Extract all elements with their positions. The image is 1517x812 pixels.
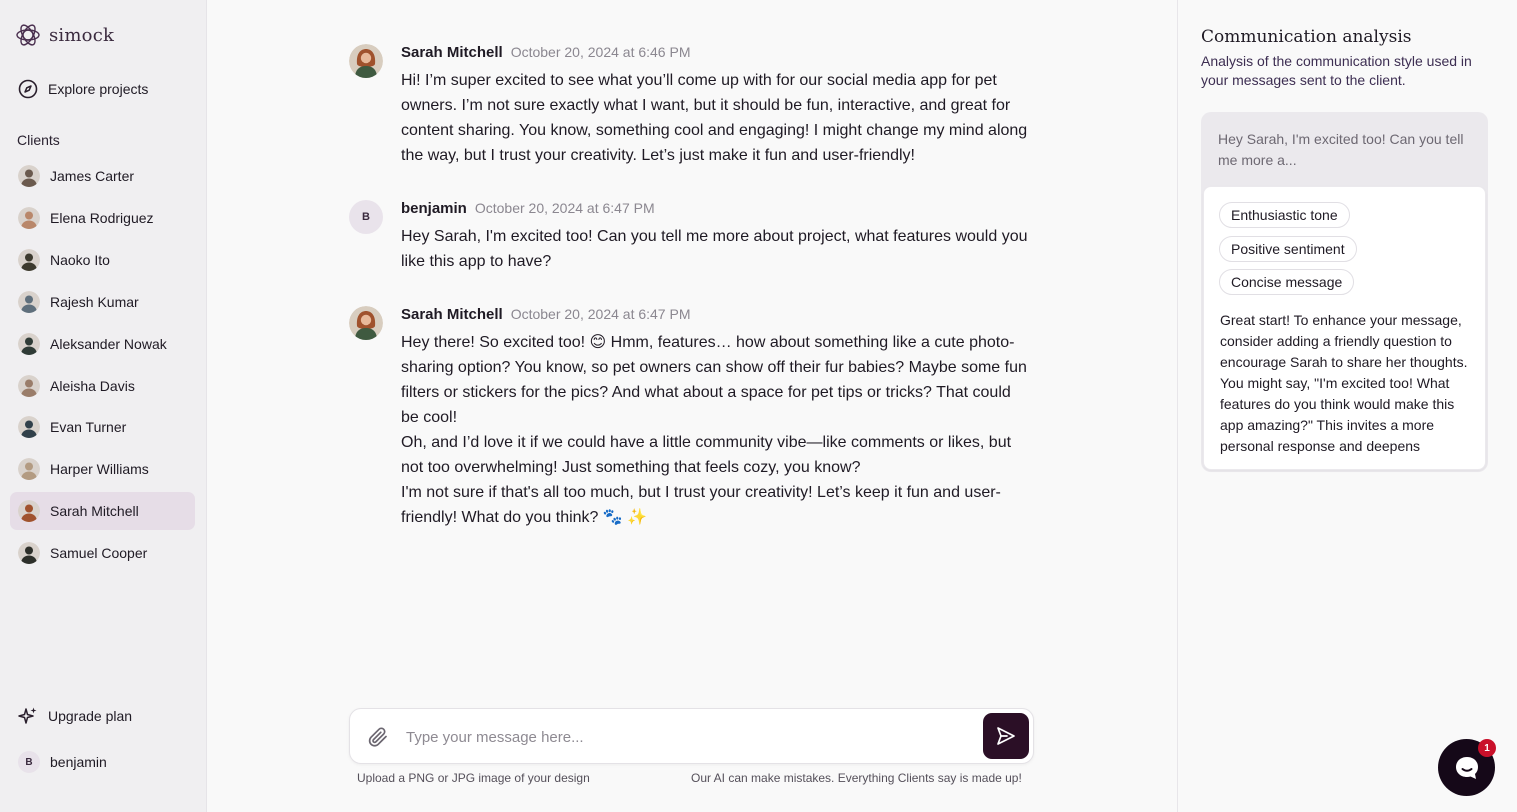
client-name: Sarah Mitchell — [50, 503, 139, 520]
message-body: Hi! I’m super excited to see what you’ll… — [401, 68, 1031, 168]
logo[interactable]: simock — [15, 22, 114, 48]
message-preview: Hey Sarah, I'm excited too! Can you tell… — [1218, 131, 1464, 168]
timestamp: October 20, 2024 at 6:46 PM — [510, 44, 691, 60]
explore-projects-label: Explore projects — [48, 81, 149, 97]
client-name: Elena Rodriguez — [50, 209, 154, 226]
analysis-title: Communication analysis — [1201, 27, 1412, 47]
user-name: benjamin — [50, 754, 107, 770]
avatar — [18, 290, 40, 313]
avatar — [18, 206, 40, 229]
message-text: Hey there! So excited too! 😊 Hmm, featur… — [401, 334, 1027, 426]
tone-tag: Enthusiastic tone — [1219, 202, 1350, 228]
upload-hint: Upload a PNG or JPG image of your design — [357, 771, 590, 785]
message-composer — [349, 708, 1034, 764]
avatar — [18, 542, 40, 565]
message-header: Sarah Mitchell October 20, 2024 at 6:46 P… — [401, 44, 690, 61]
sidebar-item-client[interactable]: Aleisha Davis — [10, 367, 195, 405]
send-icon — [997, 727, 1015, 745]
avatar — [18, 458, 40, 481]
message-header: Sarah Mitchell October 20, 2024 at 6:47 P… — [401, 306, 690, 323]
analysis-feedback: Great start! To enhance your message, co… — [1220, 312, 1468, 454]
avatar: B — [349, 200, 383, 234]
sparkles-icon — [18, 707, 37, 724]
sender-name: benjamin — [401, 200, 467, 217]
analysis-subtitle: Analysis of the communication style used… — [1201, 53, 1472, 88]
length-tag: Concise message — [1219, 269, 1355, 295]
avatar — [18, 500, 40, 523]
sender-name: Sarah Mitchell — [401, 306, 503, 323]
avatar — [18, 248, 40, 271]
client-name: Rajesh Kumar — [50, 293, 139, 310]
upgrade-plan-link[interactable]: Upgrade plan — [10, 697, 195, 735]
message-text: Oh, and I’d love it if we could have a l… — [401, 434, 1012, 476]
client-name: Samuel Cooper — [50, 545, 148, 562]
client-name: Aleksander Nowak — [50, 335, 167, 352]
message-text: Hi! I’m super excited to see what you’ll… — [401, 72, 1028, 164]
sidebar-item-client[interactable]: Harper Williams — [10, 450, 195, 488]
timestamp: October 20, 2024 at 6:47 PM — [510, 306, 691, 322]
analysis-panel: Communication analysis Analysis of the c… — [1177, 0, 1517, 812]
sentiment-tag: Positive sentiment — [1219, 236, 1357, 262]
paperclip-icon[interactable] — [366, 725, 390, 749]
sidebar-item-client[interactable]: Evan Turner — [10, 408, 195, 446]
client-name: James Carter — [50, 168, 135, 184]
client-name: Aleisha Davis — [50, 377, 135, 394]
timestamp: October 20, 2024 at 6:47 PM — [474, 200, 655, 216]
message-input[interactable] — [406, 723, 966, 751]
client-name: Naoko Ito — [50, 251, 110, 268]
sidebar-item-client[interactable]: Samuel Cooper — [10, 534, 195, 572]
sidebar-item-client[interactable]: James Carter — [10, 157, 195, 195]
avatar — [18, 165, 40, 187]
notification-badge: 1 — [1478, 739, 1496, 757]
avatar — [18, 332, 40, 355]
sidebar-item-client[interactable]: Rajesh Kumar — [10, 283, 195, 321]
analysis-card[interactable]: Hey Sarah, I'm excited too! Can you tell… — [1201, 112, 1488, 472]
explore-projects-link[interactable]: Explore projects — [10, 70, 195, 108]
chat-icon — [1455, 756, 1478, 779]
compass-icon — [18, 79, 38, 99]
avatar — [18, 374, 40, 397]
avatar — [349, 44, 383, 78]
message-body: Hey there! So excited too! 😊 Hmm, featur… — [401, 330, 1031, 530]
send-button[interactable] — [983, 713, 1029, 759]
message-body: Hey Sarah, I'm excited too! Can you tell… — [401, 224, 1031, 274]
ai-disclaimer: Our AI can make mistakes. Everything Cli… — [691, 771, 1022, 785]
user-profile[interactable]: B benjamin — [10, 743, 195, 781]
analysis-details: Enthusiastic tone Positive sentiment Con… — [1203, 186, 1486, 470]
sidebar-item-client[interactable]: Elena Rodriguez — [10, 199, 195, 237]
logo-icon — [16, 24, 40, 46]
chat-area: Sarah Mitchell October 20, 2024 at 6:46 P… — [207, 0, 1177, 812]
sidebar-item-client[interactable]: Aleksander Nowak — [10, 325, 195, 363]
clients-heading: Clients — [17, 132, 60, 148]
message-text: I'm not sure if that's all too much, but… — [401, 484, 1001, 526]
sidebar-item-client[interactable]: Naoko Ito — [10, 241, 195, 279]
message-text: Hey Sarah, I'm excited too! Can you tell… — [401, 228, 1028, 270]
client-name: Evan Turner — [50, 419, 127, 436]
upgrade-plan-label: Upgrade plan — [48, 708, 133, 724]
client-name: Harper Williams — [50, 461, 149, 478]
sidebar-item-client[interactable]: Sarah Mitchell — [10, 492, 195, 531]
avatar — [349, 306, 383, 340]
avatar: B — [18, 751, 40, 773]
sender-name: Sarah Mitchell — [401, 44, 503, 61]
avatar — [18, 416, 40, 439]
message-header: benjamin October 20, 2024 at 6:47 PM — [401, 200, 655, 217]
app-name: simock — [49, 24, 115, 46]
sidebar: simock Explore projects Clients James Ca… — [0, 0, 207, 812]
